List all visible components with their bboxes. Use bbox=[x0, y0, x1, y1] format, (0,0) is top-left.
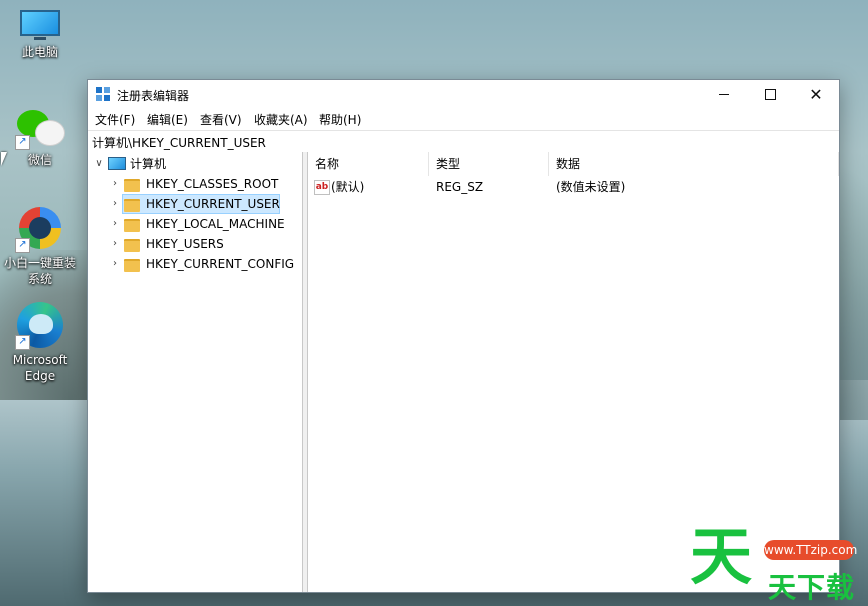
shortcut-arrow-icon: ↗ bbox=[15, 238, 30, 253]
desktop-icon-edge[interactable]: ↗ Microsoft Edge bbox=[0, 302, 80, 384]
close-icon: ✕ bbox=[809, 85, 823, 104]
xiaobai-icon: ↗ bbox=[15, 205, 63, 253]
chevron-right-icon[interactable]: › bbox=[110, 254, 120, 274]
tree-node-label: HKEY_LOCAL_MACHINE bbox=[146, 217, 285, 231]
mouse-cursor-icon bbox=[1, 152, 7, 166]
chevron-right-icon[interactable]: › bbox=[110, 194, 120, 214]
site-watermark: 天 www.TTzip.com 天下载 bbox=[690, 522, 868, 606]
value-type: REG_SZ bbox=[436, 180, 484, 194]
list-item[interactable]: ab (默认) REG_SZ (数值未设置) bbox=[308, 177, 828, 197]
string-value-icon: ab bbox=[314, 180, 330, 195]
folder-icon bbox=[124, 239, 140, 252]
value-name: (默认) bbox=[331, 180, 365, 194]
tree-node-label: HKEY_USERS bbox=[146, 237, 224, 251]
computer-icon bbox=[20, 10, 60, 40]
menu-help[interactable]: 帮助(H) bbox=[319, 111, 361, 128]
tree-node-label: HKEY_CURRENT_USER bbox=[146, 197, 280, 211]
address-path: 计算机\HKEY_CURRENT_USER bbox=[92, 136, 266, 150]
column-header-data[interactable]: 数据 bbox=[549, 152, 839, 176]
menu-favorites[interactable]: 收藏夹(A) bbox=[254, 111, 308, 128]
minimize-button[interactable] bbox=[701, 80, 747, 109]
registry-editor-icon bbox=[96, 87, 110, 101]
registry-editor-window: 注册表编辑器 ✕ 文件(F) 编辑(E) 查看(V) 收藏夹(A) 帮助(H) … bbox=[87, 79, 840, 593]
value-data: (数值未设置) bbox=[556, 180, 626, 194]
watermark-text: 天下载 bbox=[768, 571, 856, 604]
address-bar[interactable]: 计算机\HKEY_CURRENT_USER bbox=[88, 130, 839, 153]
shortcut-arrow-icon: ↗ bbox=[15, 335, 30, 350]
window-title: 注册表编辑器 bbox=[117, 89, 190, 103]
menu-edit[interactable]: 编辑(E) bbox=[147, 111, 188, 128]
chevron-right-icon[interactable]: › bbox=[110, 234, 120, 254]
maximize-button[interactable] bbox=[747, 80, 793, 109]
desktop-icon-wechat[interactable]: ↗ 微信 bbox=[0, 110, 80, 168]
menu-view[interactable]: 查看(V) bbox=[200, 111, 242, 128]
minimize-icon bbox=[719, 93, 729, 95]
shortcut-arrow-icon: ↗ bbox=[15, 135, 30, 150]
column-header-type[interactable]: 类型 bbox=[429, 152, 549, 176]
desktop-icon-label: 此电脑 bbox=[21, 45, 58, 59]
desktop-icon-label: 小白一键重装系统 bbox=[4, 256, 77, 286]
watermark-url: www.TTzip.com bbox=[764, 540, 857, 560]
tree-node-label: HKEY_CURRENT_CONFIG bbox=[146, 257, 295, 271]
folder-icon bbox=[124, 259, 140, 272]
desktop-icon-label: Microsoft Edge bbox=[12, 353, 68, 383]
title-bar[interactable]: 注册表编辑器 ✕ bbox=[88, 80, 839, 109]
folder-icon bbox=[124, 199, 140, 212]
tree-pane: ∨ 计算机 › HKEY_CLASSES_ROOT › HKEY_CURRENT… bbox=[88, 152, 303, 592]
menu-file[interactable]: 文件(F) bbox=[95, 111, 135, 128]
folder-icon bbox=[124, 219, 140, 232]
desktop-icon-xiaobai[interactable]: ↗ 小白一键重装系统 bbox=[0, 205, 80, 287]
computer-icon bbox=[108, 157, 126, 170]
tree-node-label: 计算机 bbox=[130, 157, 167, 171]
desktop-icon-this-pc[interactable]: 此电脑 bbox=[0, 10, 80, 60]
chevron-right-icon[interactable]: › bbox=[110, 174, 120, 194]
folder-icon bbox=[124, 179, 140, 192]
values-list: 名称 类型 数据 ab (默认) REG_SZ (数值未设置) bbox=[308, 152, 839, 592]
watermark-logo-char: 天 bbox=[690, 520, 753, 593]
chevron-down-icon[interactable]: ∨ bbox=[94, 154, 104, 174]
menu-bar: 文件(F) 编辑(E) 查看(V) 收藏夹(A) 帮助(H) bbox=[88, 109, 839, 129]
chevron-right-icon[interactable]: › bbox=[110, 214, 120, 234]
desktop-icon-label: 微信 bbox=[27, 153, 52, 167]
edge-icon: ↗ bbox=[15, 302, 63, 350]
close-button[interactable]: ✕ bbox=[793, 80, 839, 109]
maximize-icon bbox=[764, 88, 776, 100]
wechat-icon: ↗ bbox=[15, 110, 65, 150]
tree-node-label: HKEY_CLASSES_ROOT bbox=[146, 177, 279, 191]
column-header-name[interactable]: 名称 bbox=[308, 152, 429, 176]
